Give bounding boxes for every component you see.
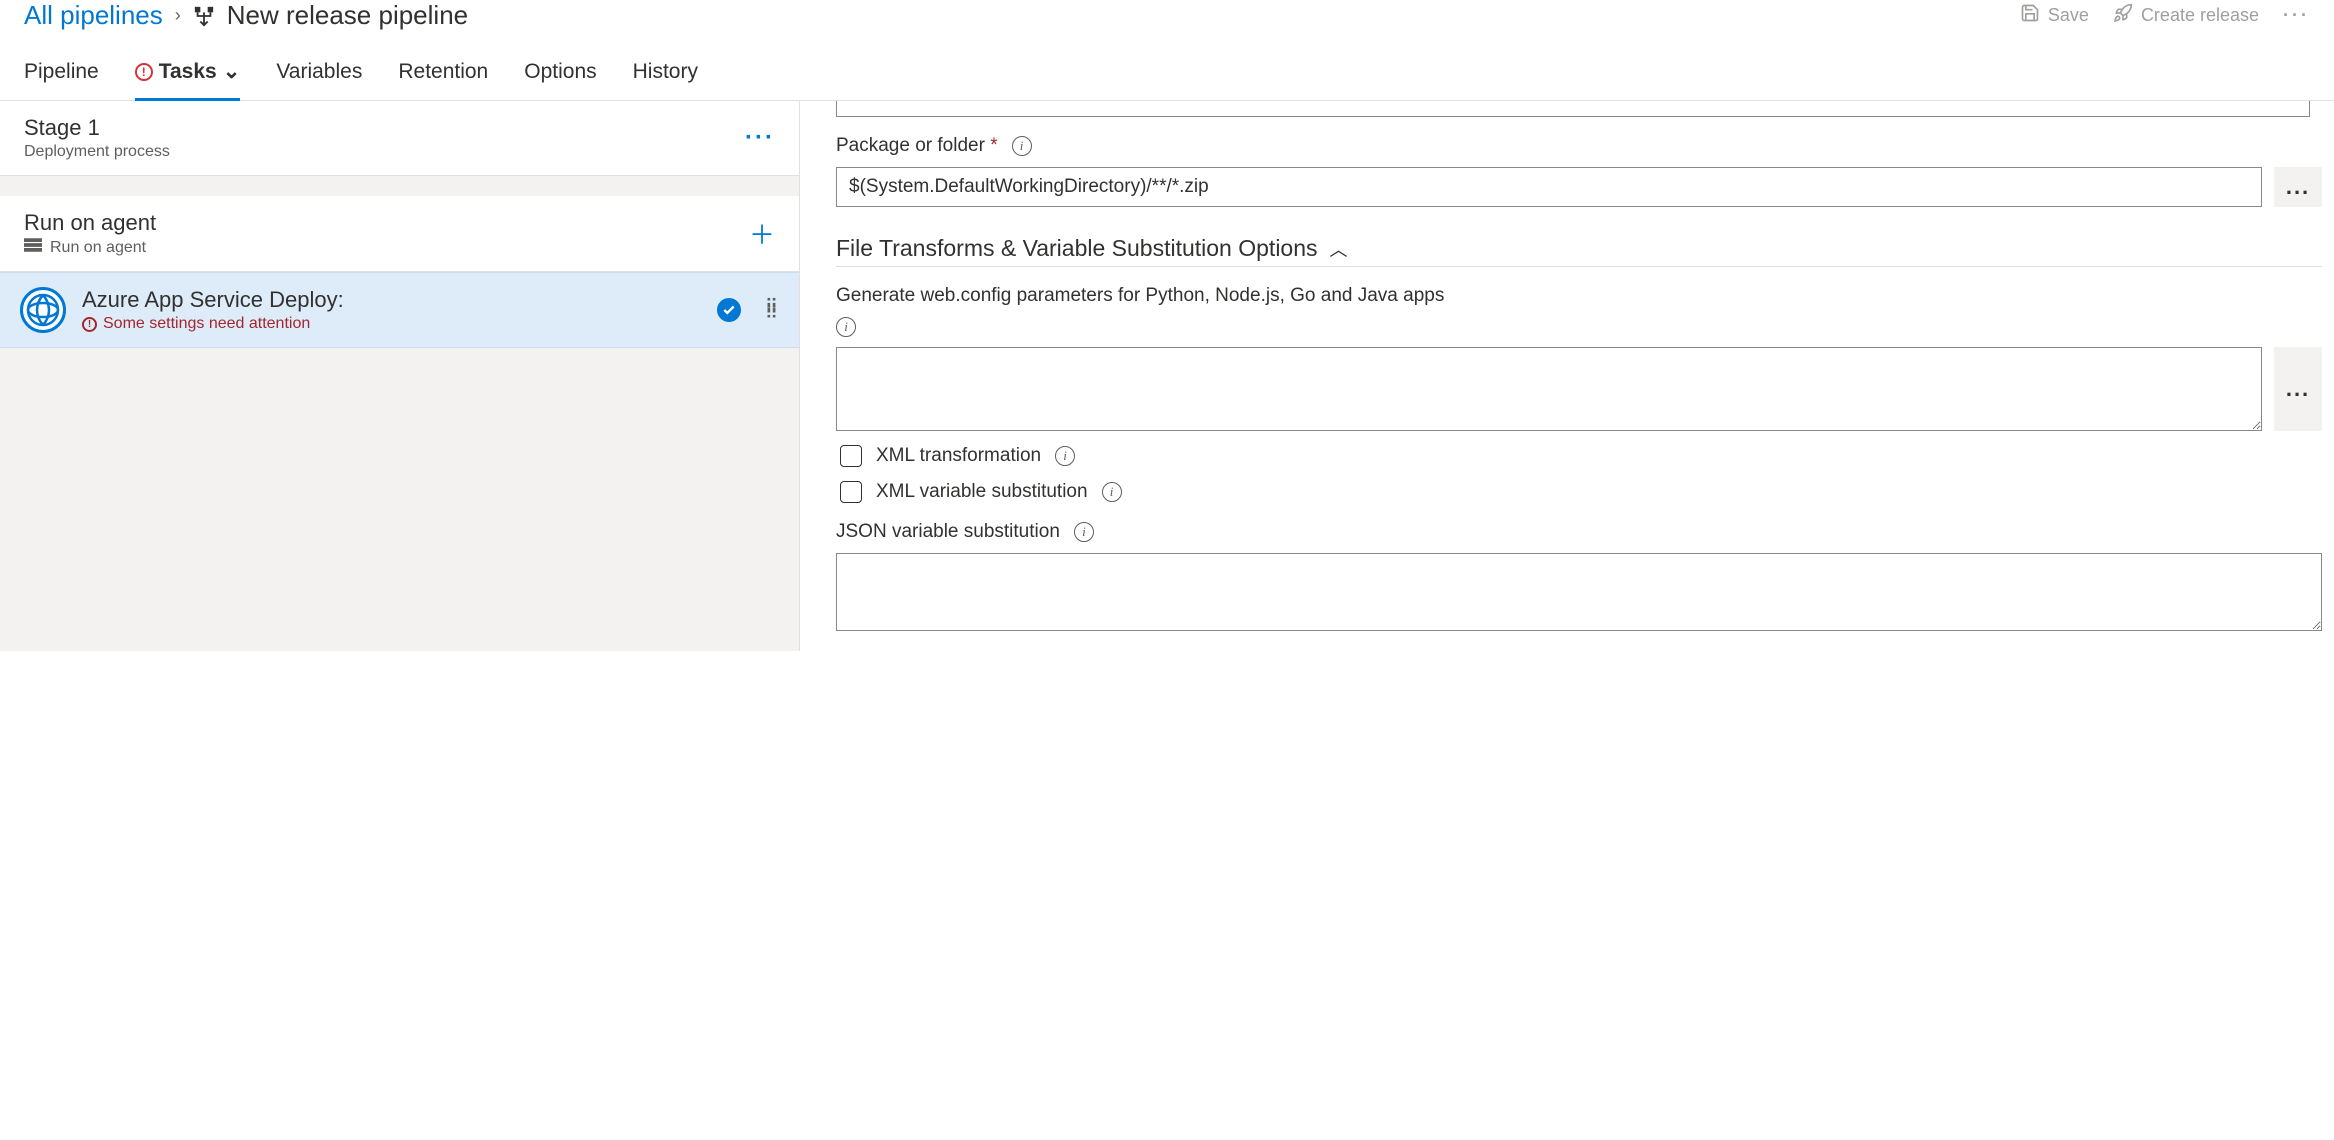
json-variable-substitution-input[interactable] [836,553,2322,631]
package-folder-label: Package or folder * i [836,135,2322,157]
browse-webconfig-button[interactable]: ... [2274,347,2322,431]
breadcrumb-root-link[interactable]: All pipelines [24,0,163,31]
tab-history[interactable]: History [633,45,698,101]
tab-pipeline[interactable]: Pipeline [24,45,99,101]
pipeline-icon [193,5,215,27]
stage-more-button[interactable]: ··· [745,124,775,152]
tab-tasks[interactable]: ! Tasks ⌄ [135,45,241,101]
warning-icon: ! [135,63,153,81]
webconfig-label-text: Generate web.config parameters for Pytho… [836,285,1444,307]
task-row-azure-app-service-deploy[interactable]: Azure App Service Deploy: ! Some setting… [0,272,799,348]
task-enabled-check-icon[interactable] [717,298,741,322]
drag-handle-icon[interactable]: ⠿⠿ [765,303,779,317]
content-area: Stage 1 Deployment process ··· Run on ag… [0,101,2334,651]
agent-job-header[interactable]: Run on agent Run on agent ＋ [0,196,799,272]
header-bar: All pipelines › New release pipeline Sav… [0,0,2334,45]
json-variable-substitution-label-text: JSON variable substitution [836,521,1060,543]
create-release-label: Create release [2141,5,2259,26]
task-title: Azure App Service Deploy: [82,287,701,313]
info-icon[interactable]: i [836,317,856,337]
xml-transformation-checkbox[interactable] [840,445,862,467]
tab-variables[interactable]: Variables [276,45,362,101]
rocket-icon [2113,3,2133,28]
stage-title: Stage 1 [24,115,170,141]
tab-bar: Pipeline ! Tasks ⌄ Variables Retention O… [0,45,2334,101]
tab-tasks-label: Tasks [159,60,217,84]
section-title-text: File Transforms & Variable Substitution … [836,235,1318,262]
chevron-up-icon: ︿ [1330,236,1348,262]
package-folder-input[interactable] [836,167,2262,207]
info-icon[interactable]: i [1012,136,1032,156]
azure-app-service-icon [20,287,66,333]
required-asterisk: * [990,135,997,156]
json-variable-substitution-label: JSON variable substitution i [836,521,2322,543]
right-panel: Package or folder * i ... File Transform… [800,101,2334,651]
breadcrumb-current: New release pipeline [227,0,468,31]
task-warning: ! Some settings need attention [82,315,701,333]
package-folder-label-text: Package or folder [836,135,985,156]
tab-retention[interactable]: Retention [398,45,488,101]
xml-variable-substitution-label: XML variable substitution [876,481,1088,503]
breadcrumb: All pipelines › New release pipeline [24,0,468,31]
save-icon [2020,3,2040,28]
task-warning-text: Some settings need attention [103,315,310,333]
tab-options[interactable]: Options [524,45,596,101]
info-icon[interactable]: i [1102,482,1122,502]
server-icon [24,238,42,257]
xml-transformation-label: XML transformation [876,445,1041,467]
agent-subtitle: Run on agent [24,238,156,257]
webconfig-input[interactable] [836,347,2262,431]
warning-icon: ! [82,317,97,332]
agent-subtitle-text: Run on agent [50,239,146,257]
browse-package-button[interactable]: ... [2274,167,2322,207]
info-icon[interactable]: i [1055,446,1075,466]
info-icon[interactable]: i [1074,522,1094,542]
save-label: Save [2048,5,2089,26]
section-file-transforms[interactable]: File Transforms & Variable Substitution … [836,235,2322,267]
agent-title: Run on agent [24,210,156,236]
left-panel: Stage 1 Deployment process ··· Run on ag… [0,101,800,651]
chevron-down-icon: ⌄ [223,59,241,84]
add-task-button[interactable]: ＋ [749,215,775,252]
prev-field-bottom [836,101,2310,117]
xml-variable-substitution-checkbox[interactable] [840,481,862,503]
stage-subtitle: Deployment process [24,143,170,161]
create-release-button[interactable]: Create release [2113,3,2259,28]
webconfig-label: Generate web.config parameters for Pytho… [836,285,2322,307]
chevron-right-icon: › [175,5,181,26]
stage-header[interactable]: Stage 1 Deployment process ··· [0,101,799,176]
header-more-button[interactable]: ··· [2283,5,2310,26]
save-button[interactable]: Save [2020,3,2089,28]
header-actions: Save Create release ··· [2020,3,2310,28]
